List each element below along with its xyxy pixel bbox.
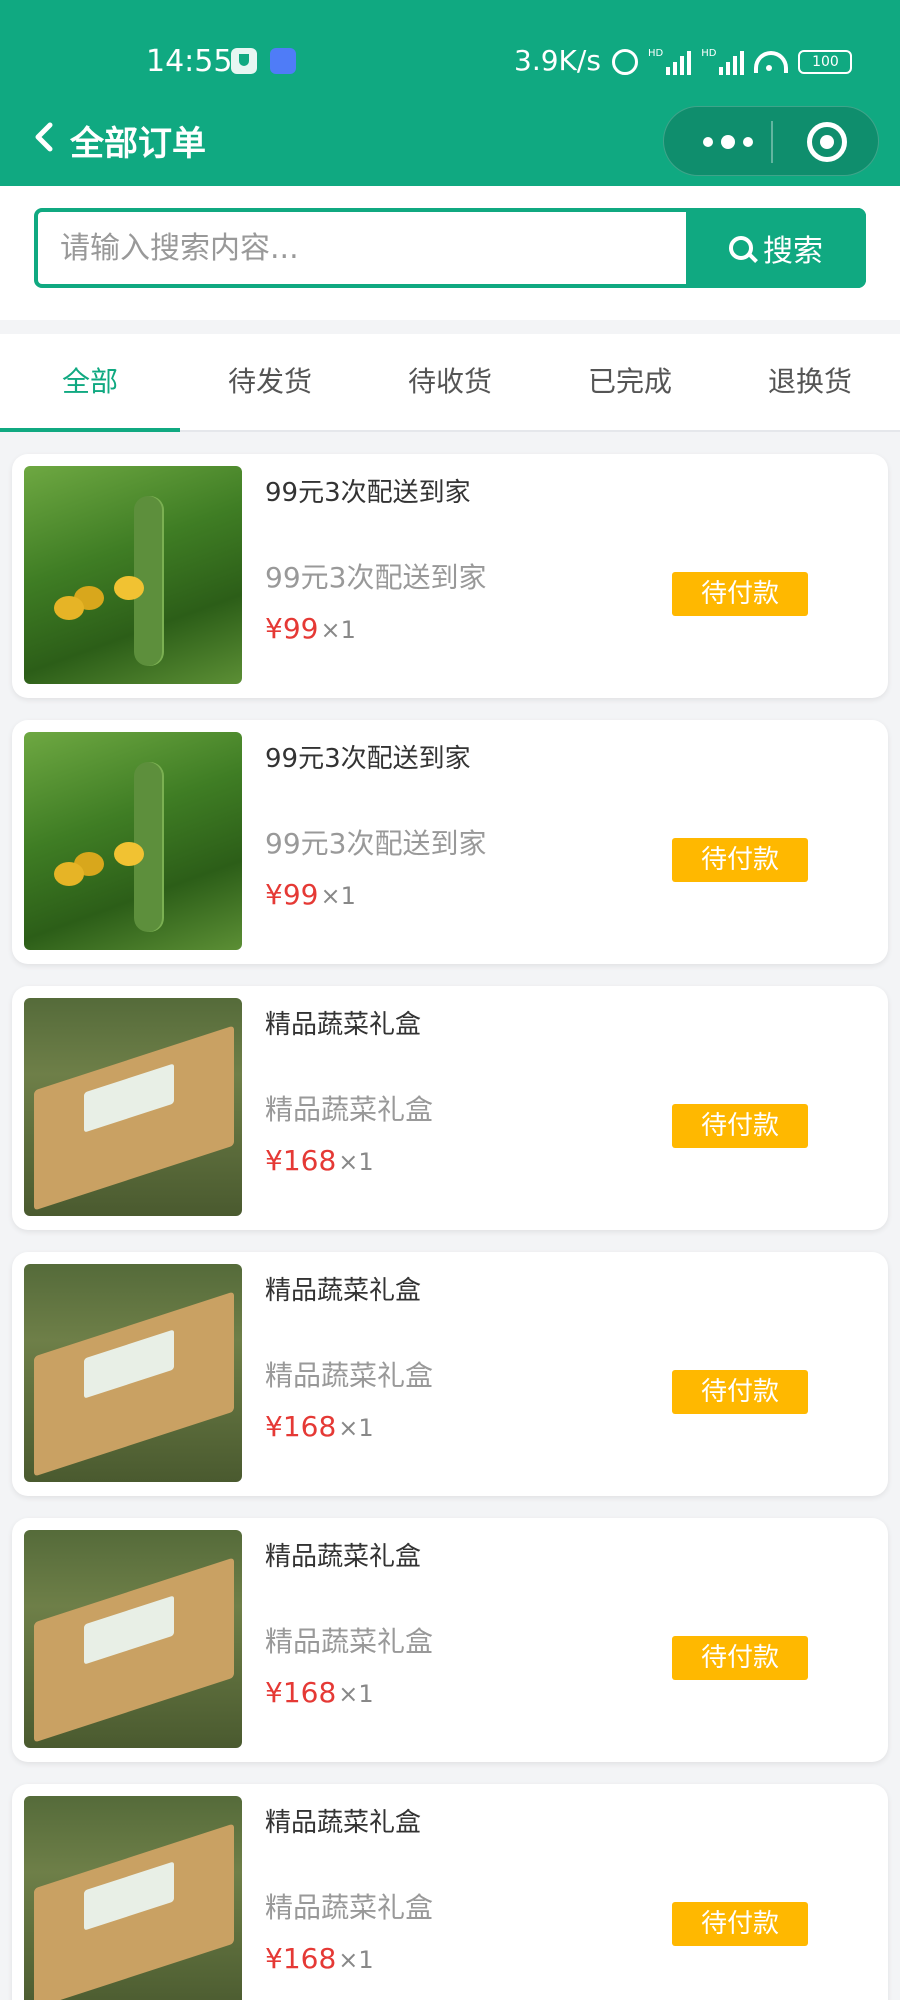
miniprogram-capsule (663, 106, 879, 176)
status-icons: HD HD 100 (612, 46, 853, 78)
product-name: 精品蔬菜礼盒 (265, 1808, 422, 1838)
status-badge[interactable]: 待付款 (672, 838, 808, 882)
product-image (24, 466, 242, 684)
order-tabs: 全部 待发货 待收货 已完成 退换货 (0, 334, 900, 432)
nav-bar: 全部订单 (0, 106, 900, 176)
more-icon[interactable] (694, 129, 762, 155)
status-time: 14:55 (146, 44, 233, 79)
price-value: ¥168 (265, 1942, 337, 1975)
app-header: 14:55 3.9K/s HD HD 100 全部订单 (0, 0, 900, 186)
quantity: ×1 (338, 1680, 374, 1708)
quantity: ×1 (320, 616, 356, 644)
quantity: ×1 (338, 1946, 374, 1974)
product-price: ¥99×1 (265, 612, 356, 645)
tab-returns[interactable]: 退换货 (720, 334, 900, 430)
order-card[interactable]: 精品蔬菜礼盒 精品蔬菜礼盒 ¥168×1 待付款 (12, 1252, 888, 1496)
search-icon (729, 236, 753, 260)
product-image (24, 1796, 242, 2000)
search-button[interactable]: 搜索 (686, 208, 866, 288)
product-image (24, 732, 242, 950)
search-box: 搜索 (34, 208, 866, 288)
product-name: 精品蔬菜礼盒 (265, 1010, 422, 1040)
product-image (24, 1264, 242, 1482)
signal-icon: HD (701, 48, 745, 75)
product-subtitle: 99元3次配送到家 (265, 827, 487, 860)
product-image (24, 998, 242, 1216)
tab-all[interactable]: 全部 (0, 334, 180, 432)
search-area: 搜索 (0, 186, 900, 320)
status-badge[interactable]: 待付款 (672, 1636, 808, 1680)
quantity: ×1 (338, 1414, 374, 1442)
product-price: ¥168×1 (265, 1942, 374, 1975)
battery-icon: 100 (798, 50, 853, 74)
app-notification-icon (270, 48, 296, 74)
product-price: ¥168×1 (265, 1144, 374, 1177)
product-subtitle: 精品蔬菜礼盒 (265, 1891, 434, 1924)
search-button-label: 搜索 (763, 234, 823, 269)
price-value: ¥99 (265, 612, 319, 645)
price-value: ¥99 (265, 878, 319, 911)
alarm-icon (612, 49, 638, 75)
hd-label: HD (701, 48, 717, 59)
hd-label: HD (648, 48, 664, 59)
product-name: 精品蔬菜礼盒 (265, 1276, 422, 1306)
product-price: ¥168×1 (265, 1410, 374, 1443)
order-card[interactable]: 精品蔬菜礼盒 精品蔬菜礼盒 ¥168×1 待付款 (12, 986, 888, 1230)
product-name: 精品蔬菜礼盒 (265, 1542, 422, 1572)
network-speed: 3.9K/s (514, 44, 601, 77)
status-badge[interactable]: 待付款 (672, 1370, 808, 1414)
order-card[interactable]: 99元3次配送到家 99元3次配送到家 ¥99×1 待付款 (12, 454, 888, 698)
order-card[interactable]: 精品蔬菜礼盒 精品蔬菜礼盒 ¥168×1 待付款 (12, 1518, 888, 1762)
status-badge[interactable]: 待付款 (672, 1104, 808, 1148)
close-target-icon[interactable] (807, 122, 847, 162)
back-arrow-icon[interactable] (30, 122, 60, 152)
tab-pending-receipt[interactable]: 待收货 (360, 334, 540, 430)
product-name: 99元3次配送到家 (265, 478, 471, 508)
product-image (24, 1530, 242, 1748)
product-subtitle: 精品蔬菜礼盒 (265, 1625, 434, 1658)
tab-completed[interactable]: 已完成 (540, 334, 720, 430)
product-price: ¥99×1 (265, 878, 356, 911)
status-badge[interactable]: 待付款 (672, 1902, 808, 1946)
shield-icon (231, 48, 257, 74)
product-subtitle: 99元3次配送到家 (265, 561, 487, 594)
order-card[interactable]: 精品蔬菜礼盒 精品蔬菜礼盒 ¥168×1 待付款 (12, 1784, 888, 2000)
tab-pending-shipment[interactable]: 待发货 (180, 334, 360, 430)
product-price: ¥168×1 (265, 1676, 374, 1709)
wifi-icon (754, 51, 789, 73)
status-badge[interactable]: 待付款 (672, 572, 808, 616)
search-input[interactable] (38, 212, 686, 284)
page-title: 全部订单 (70, 124, 206, 164)
product-subtitle: 精品蔬菜礼盒 (265, 1359, 434, 1392)
product-subtitle: 精品蔬菜礼盒 (265, 1093, 434, 1126)
signal-icon: HD (648, 48, 692, 75)
price-value: ¥168 (265, 1144, 337, 1177)
price-value: ¥168 (265, 1676, 337, 1709)
quantity: ×1 (320, 882, 356, 910)
order-card[interactable]: 99元3次配送到家 99元3次配送到家 ¥99×1 待付款 (12, 720, 888, 964)
capsule-divider (771, 121, 773, 163)
status-bar: 14:55 3.9K/s HD HD 100 (0, 40, 900, 84)
price-value: ¥168 (265, 1410, 337, 1443)
quantity: ×1 (338, 1148, 374, 1176)
product-name: 99元3次配送到家 (265, 744, 471, 774)
